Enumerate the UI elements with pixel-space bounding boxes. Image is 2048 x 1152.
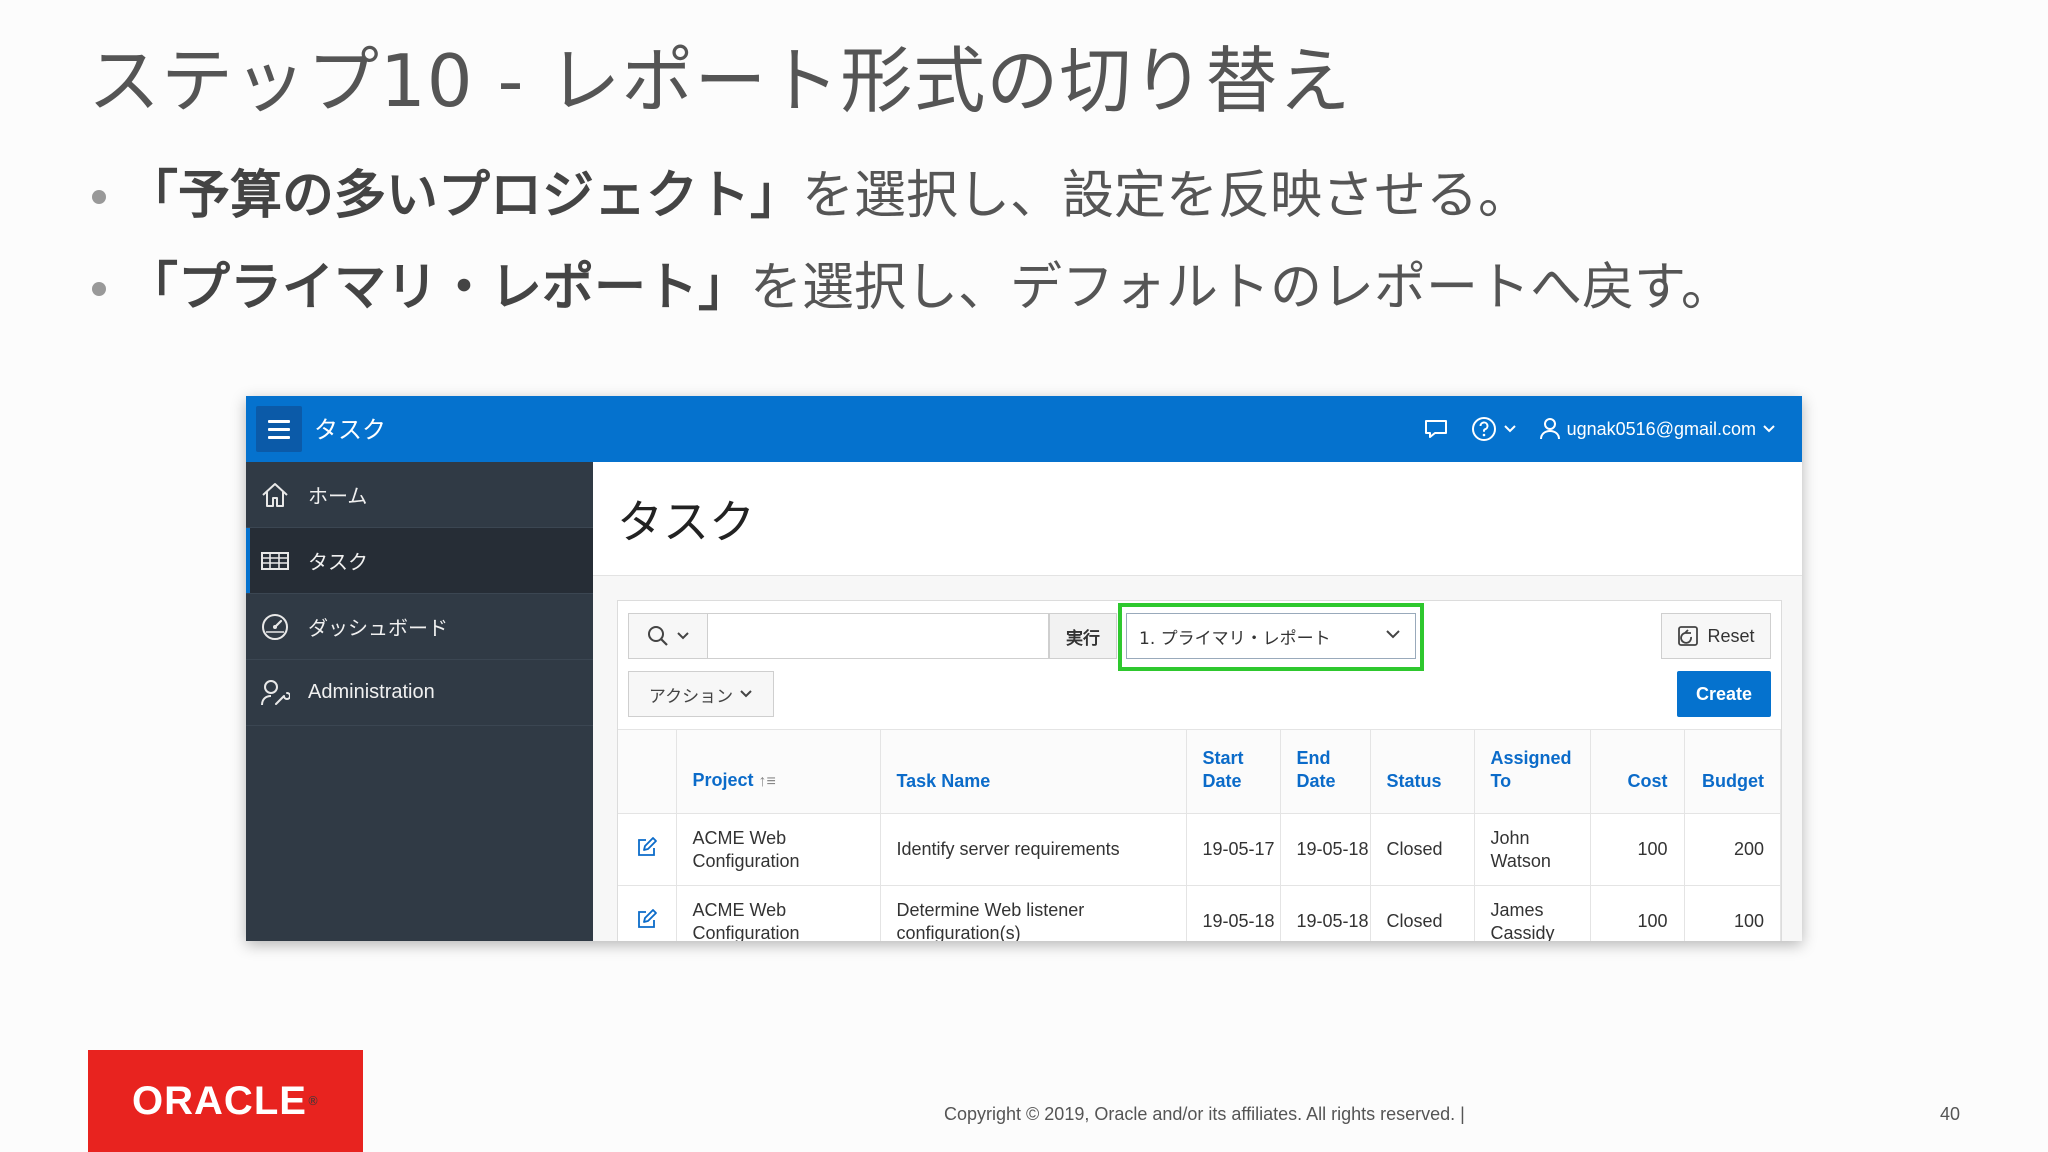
saved-report-value: 1. プライマリ・レポート <box>1139 628 1331 649</box>
bullet-bold-text: 「プライマリ・レポート」 <box>126 258 751 318</box>
help-menu-button[interactable] <box>1471 416 1517 442</box>
menu-toggle-button[interactable] <box>256 406 302 452</box>
sidebar-item-label: ダッシュボード <box>308 616 448 640</box>
cell-cost: 100 <box>1590 813 1685 886</box>
cell-cost: 100 <box>1590 885 1685 941</box>
go-button[interactable]: 実行 <box>1049 613 1117 659</box>
bullet-bold-text: 「予算の多いプロジェクト」 <box>126 166 803 226</box>
chevron-down-icon <box>1763 425 1775 433</box>
page-header: タスク <box>593 462 1802 576</box>
app-header: タスク ugnak0516@gmail.com <box>246 396 1802 462</box>
user-menu-button[interactable]: ugnak0516@gmail.com <box>1539 417 1776 441</box>
edit-icon <box>637 836 657 856</box>
app-title: タスク <box>314 416 386 444</box>
user-email: ugnak0516@gmail.com <box>1566 418 1756 439</box>
cell-budget: 200 <box>1684 813 1781 886</box>
reset-icon <box>1678 626 1699 646</box>
column-header-cost[interactable]: Cost <box>1590 729 1685 814</box>
edit-cell[interactable] <box>618 885 677 941</box>
chevron-down-icon <box>740 690 752 698</box>
column-header-end-date[interactable]: End Date <box>1280 729 1371 814</box>
search-input[interactable] <box>708 613 1049 659</box>
bullet-text: を選択し、デフォルトのレポートへ戻す。 <box>750 258 1733 318</box>
cell-task-name: Identify server requirements <box>880 813 1187 886</box>
column-header-edit <box>618 729 677 814</box>
table-row: ACME Web Configuration Determine Web lis… <box>618 885 1781 941</box>
copyright-text: Copyright © 2019, Oracle and/or its affi… <box>944 1104 1465 1124</box>
sidebar-item-tasks[interactable]: タスク <box>246 528 593 594</box>
cell-task-name: Determine Web listener configuration(s) <box>880 885 1187 941</box>
help-icon <box>1471 417 1496 441</box>
sidebar-item-label: タスク <box>308 550 368 574</box>
edit-icon <box>637 908 657 928</box>
oracle-logo: ORACLE ® <box>88 1050 363 1152</box>
column-header-assigned-to[interactable]: Assigned To <box>1474 729 1591 814</box>
table-row: ACME Web Configuration Identify server r… <box>618 813 1781 886</box>
column-header-status[interactable]: Status <box>1370 729 1475 814</box>
bullet-item: 「予算の多いプロジェクト」を選択し、設定を反映させる。 <box>88 160 1733 252</box>
cell-start-date: 19-05-18 <box>1186 885 1281 941</box>
column-header-project[interactable]: Project ↑≡ <box>676 729 881 814</box>
user-wrench-icon <box>260 678 290 708</box>
reset-button[interactable]: Reset <box>1661 613 1771 659</box>
cell-status: Closed <box>1370 813 1475 886</box>
oracle-logo-text: ORACLE <box>132 1078 307 1123</box>
interactive-report: 実行 1. プライマリ・レポート Reset アクション Create Proj… <box>617 600 1782 941</box>
chevron-down-icon <box>677 632 689 640</box>
page-number: 40 <box>1939 1104 1960 1124</box>
cell-start-date: 19-05-17 <box>1186 813 1281 886</box>
cell-assigned-to: John Watson <box>1474 813 1591 886</box>
bullet-list: 「予算の多いプロジェクト」を選択し、設定を反映させる。 「プライマリ・レポート」… <box>88 160 1733 344</box>
cell-status: Closed <box>1370 885 1475 941</box>
cell-budget: 100 <box>1684 885 1781 941</box>
actions-label: アクション <box>648 686 734 707</box>
cell-project: ACME Web Configuration <box>676 885 881 941</box>
search-icon <box>648 626 668 646</box>
main-content: タスク 実行 1. プライマリ・レポート Reset アクション Create … <box>593 462 1802 941</box>
sidebar-item-home[interactable]: ホーム <box>246 462 593 528</box>
cell-end-date: 19-05-18 <box>1280 885 1371 941</box>
dashboard-icon <box>260 612 290 642</box>
header-actions: ugnak0516@gmail.com <box>1423 396 1776 462</box>
search-column-button[interactable] <box>628 613 708 659</box>
sidebar-item-administration[interactable]: Administration <box>246 660 593 726</box>
cell-project: ACME Web Configuration <box>676 813 881 886</box>
chat-icon <box>1424 420 1447 438</box>
feedback-button[interactable] <box>1423 418 1449 440</box>
sidebar-item-label: Administration <box>308 681 435 703</box>
user-icon <box>1539 418 1560 440</box>
edit-cell[interactable] <box>618 813 677 886</box>
sort-ascending-icon: ↑≡ <box>758 773 776 790</box>
create-button[interactable]: Create <box>1677 671 1771 717</box>
reset-label: Reset <box>1707 625 1755 646</box>
sidebar-item-label: ホーム <box>308 484 368 508</box>
cell-end-date: 19-05-18 <box>1280 813 1371 886</box>
hamburger-icon-line <box>268 435 290 439</box>
sidebar-nav: ホーム タスク ダッシュボード Administration <box>246 462 593 941</box>
column-header-start-date[interactable]: Start Date <box>1186 729 1281 814</box>
column-header-budget[interactable]: Budget <box>1684 729 1781 814</box>
table-header-row: Project ↑≡ Task Name Start Date End Date… <box>618 729 1781 814</box>
actions-menu-button[interactable]: アクション <box>628 671 774 717</box>
hamburger-icon-line <box>268 419 290 423</box>
table-icon <box>260 546 290 576</box>
saved-report-select[interactable]: 1. プライマリ・レポート <box>1126 613 1416 659</box>
report-table: Project ↑≡ Task Name Start Date End Date… <box>618 729 1781 941</box>
bullet-item: 「プライマリ・レポート」を選択し、デフォルトのレポートへ戻す。 <box>88 252 1733 344</box>
slide-title: ステップ10 - レポート形式の切り替え <box>88 39 1352 123</box>
chevron-down-icon <box>1503 425 1516 433</box>
registered-mark: ® <box>306 1094 319 1108</box>
column-header-label: Project <box>692 770 754 790</box>
app-screenshot: タスク ugnak0516@gmail.com ホーム タスク ダッシュボード … <box>246 396 1802 941</box>
cell-assigned-to: James Cassidy <box>1474 885 1591 941</box>
chevron-down-icon <box>1386 630 1400 639</box>
bullet-text: を選択し、設定を反映させる。 <box>802 166 1531 226</box>
page-title: タスク <box>617 495 755 549</box>
home-icon <box>260 480 290 510</box>
column-header-task-name[interactable]: Task Name <box>880 729 1187 814</box>
sidebar-item-dashboard[interactable]: ダッシュボード <box>246 594 593 660</box>
hamburger-icon-line <box>268 427 290 431</box>
